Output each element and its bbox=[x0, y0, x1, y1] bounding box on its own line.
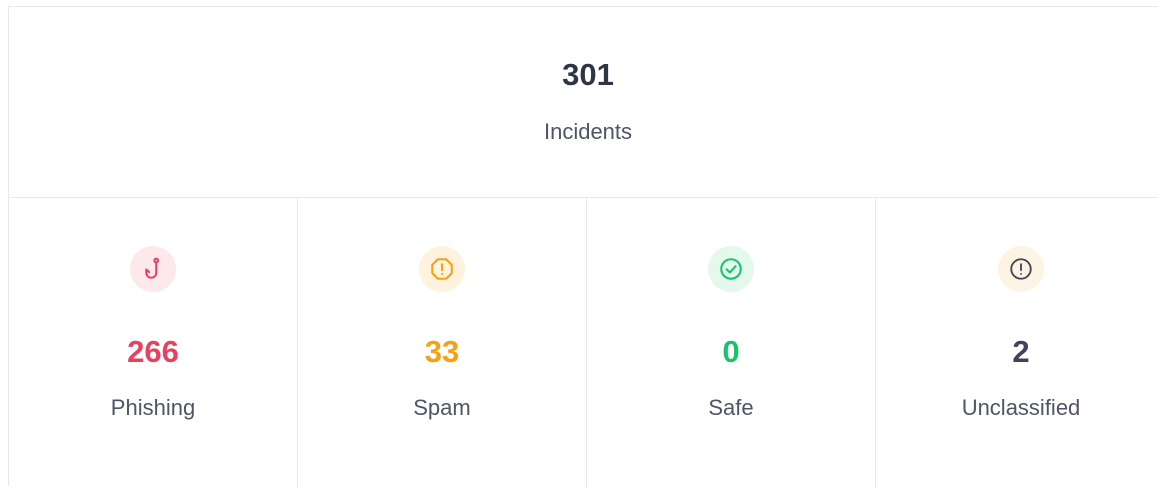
stat-spam[interactable]: 33 Spam bbox=[298, 198, 587, 488]
safe-label: Safe bbox=[708, 395, 754, 420]
total-incidents-count: 301 bbox=[562, 57, 614, 92]
alert-circle-icon bbox=[998, 246, 1044, 292]
alert-octagon-icon bbox=[419, 246, 465, 292]
safe-count: 0 bbox=[722, 334, 740, 369]
total-incidents-label: Incidents bbox=[543, 119, 633, 144]
check-circle-icon bbox=[708, 246, 754, 292]
phishing-label: Phishing bbox=[110, 395, 196, 420]
stat-safe[interactable]: 0 Safe bbox=[587, 198, 876, 488]
unclassified-label: Unclassified bbox=[961, 395, 1081, 420]
spam-count: 33 bbox=[424, 334, 460, 369]
incident-breakdown: 266 Phishing 33 Spam 0 Safe 2 Unclassifi… bbox=[9, 198, 1158, 488]
incidents-summary-card: 301 Incidents 266 Phishing 33 Spam 0 Saf… bbox=[8, 6, 1158, 488]
phishing-count: 266 bbox=[127, 334, 179, 369]
stat-unclassified[interactable]: 2 Unclassified bbox=[876, 198, 1158, 488]
total-incidents[interactable]: 301 Incidents bbox=[9, 7, 1158, 198]
unclassified-count: 2 bbox=[1012, 334, 1030, 369]
fishhook-icon bbox=[130, 246, 176, 292]
stat-phishing[interactable]: 266 Phishing bbox=[9, 198, 298, 488]
spam-label: Spam bbox=[413, 395, 471, 420]
